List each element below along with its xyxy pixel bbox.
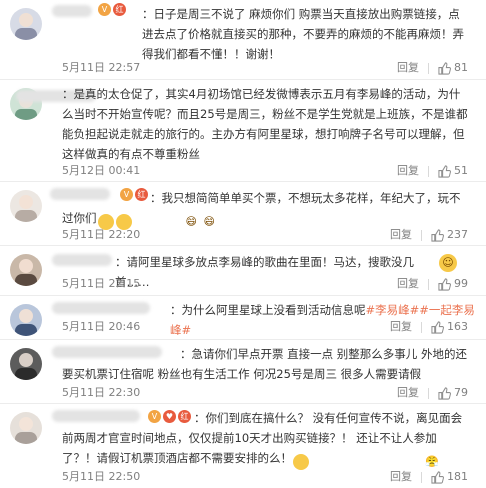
comment-item: V ♥ 红 ：你们到底在搞什么？ 没有任何宣传不说，离见面会前两周才官宣时间地点… [0,404,486,488]
like-button[interactable]: 163 [431,318,468,336]
comment-text: ：急请你们早点开票 直接一点 别整那么多事儿 外地的还要买机票订住宿呢 粉丝也有… [62,347,467,381]
username-redacted[interactable] [52,5,92,17]
like-button[interactable]: 81 [438,59,468,77]
like-count: 99 [454,277,468,290]
comment-text: ：是真的太仓促了，其实4月初场馆已经发微博表示五月有李易峰的活动，为什么当时不开… [62,87,468,161]
comment-item: ：为什么阿里星球上没看到活动信息呢#李易峰##一起李易峰# 5月11日 20:4… [0,296,486,340]
reply-button[interactable]: 回复 [390,226,412,244]
like-count: 237 [447,228,468,241]
divider [421,229,422,241]
comment-meta: 5月11日 22:20 回复 237 [62,226,468,244]
comment-item: V 红 ：日子是周三不说了 麻烦你们 购票当天直接放出购票链接，点进去点了价格就… [0,0,486,80]
thumbs-up-icon [438,386,451,400]
comment-time: 5月11日 22:50 [62,470,141,483]
comment-meta: 5月11日 20:46 回复 163 [62,318,468,336]
comment-time: 5月11日 22:20 [62,228,141,241]
like-button[interactable]: 99 [438,275,468,293]
reply-button[interactable]: 回复 [397,59,419,77]
like-count: 79 [454,386,468,399]
like-count: 51 [454,164,468,177]
fan-badge-icon: 红 [113,3,126,16]
comment-item: V 红 ：我只想简简单单买个票，不想玩太多花样，年纪大了，玩不过你们 😄 😄 5月1… [0,182,486,246]
avatar[interactable] [10,348,42,380]
divider [428,62,429,74]
divider [428,387,429,399]
comment-text: ：我只想简简单单买个票，不想玩太多花样，年纪大了，玩不过你们 😄 😄 [62,188,468,230]
comment-time: 5月11日 22:57 [62,61,141,74]
comment-item: ：是真的太仓促了，其实4月初场馆已经发微博表示五月有李易峰的活动，为什么当时不开… [0,80,486,182]
thumbs-up-icon [431,228,444,242]
comment-text-body: ：你们到底在搞什么？ 没有任何宣传不说，离见面会前两周才官宣时间地点，仅仅提前1… [62,411,463,465]
avatar[interactable] [10,304,42,336]
like-button[interactable]: 51 [438,162,468,180]
thumbs-up-icon [438,277,451,291]
like-button[interactable]: 181 [431,468,468,486]
comment-meta: 5月12日 00:41 回复 51 [62,162,468,180]
reply-button[interactable]: 回复 [397,162,419,180]
thumbs-up-icon [438,164,451,178]
avatar[interactable] [10,412,42,444]
username-redacted[interactable] [52,254,112,266]
comment-time: 5月11日 20:46 [62,320,141,333]
comment-meta: 5月11日 22:50 回复 181 [62,468,468,486]
avatar[interactable] [10,254,42,286]
smile-emoji-icon: ☺ [439,254,457,272]
divider [428,278,429,290]
like-button[interactable]: 79 [438,384,468,402]
divider [421,321,422,333]
like-count: 81 [454,61,468,74]
comment-item: ：请阿里星球多放点李易峰的歌曲在里面！马达，搜歌没几首…… ☺ 5月11日 22… [0,246,486,296]
comment-item: ：急请你们早点开票 直接一点 别整那么多事儿 外地的还要买机票订住宿呢 粉丝也有… [0,340,486,404]
comment-text: ：你们到底在搞什么？ 没有任何宣传不说，离见面会前两周才官宣时间地点，仅仅提前1… [62,408,468,470]
comment-meta: 5月11日 22:57 回复 81 [62,59,468,77]
like-count: 181 [447,470,468,483]
reply-button[interactable]: 回复 [390,468,412,486]
comment-text: ：日子是周三不说了 麻烦你们 购票当天直接放出购票链接，点进去点了价格就直接买的… [142,7,464,61]
thumbs-up-icon [431,470,444,484]
reply-button[interactable]: 回复 [390,318,412,336]
like-button[interactable]: 237 [431,226,468,244]
comment-list: V 红 ：日子是周三不说了 麻烦你们 购票当天直接放出购票链接，点进去点了价格就… [0,0,486,488]
thumbs-up-icon [431,320,444,334]
thumbs-up-icon [438,61,451,75]
comment-time: 5月11日 22:15 [62,277,141,290]
comment-meta: 5月11日 22:15 回复 99 [62,275,468,293]
like-count: 163 [447,320,468,333]
comment-text-body: ：为什么阿里星球上没看到活动信息呢 [170,303,366,317]
comment-meta: 5月11日 22:30 回复 79 [62,384,468,402]
avatar[interactable] [10,190,42,222]
comment-time: 5月12日 00:41 [62,164,141,177]
vip-badge-icon: V [98,3,111,16]
username-redacted[interactable] [52,302,150,314]
avatar[interactable] [10,8,42,40]
comment-time: 5月11日 22:30 [62,386,141,399]
divider [428,165,429,177]
divider [421,471,422,483]
reply-button[interactable]: 回复 [397,384,419,402]
reply-button[interactable]: 回复 [397,275,419,293]
user-badges: V 红 [98,3,126,16]
